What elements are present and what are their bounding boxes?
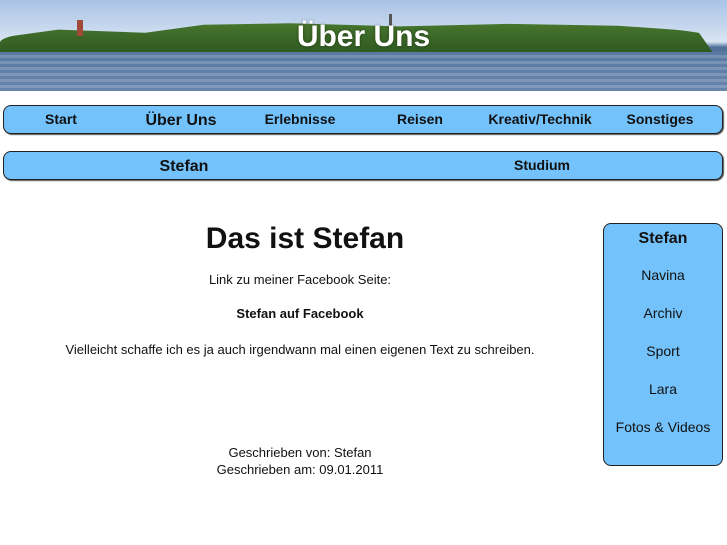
nav-reisen[interactable]: Reisen: [397, 106, 443, 133]
sidebar-item-sport[interactable]: Sport: [604, 332, 722, 370]
subnav-studium[interactable]: Studium: [514, 152, 570, 179]
sub-nav: Stefan Studium: [3, 151, 723, 180]
sidebar-item-archiv[interactable]: Archiv: [604, 294, 722, 332]
facebook-intro: Link zu meiner Facebook Seite:: [208, 272, 392, 287]
date-line: Geschrieben am: 09.01.2011: [216, 462, 384, 477]
nav-start[interactable]: Start: [45, 106, 77, 133]
nav-erlebnisse[interactable]: Erlebnisse: [265, 106, 336, 133]
body-text: Vielleicht schaffe ich es ja auch irgend…: [65, 342, 535, 357]
sidebar-item-fotos-videos[interactable]: Fotos & Videos: [604, 408, 722, 446]
main-nav: Start Über Uns Erlebnisse Reisen Kreativ…: [3, 105, 723, 134]
main-content: Das ist Stefan: [0, 222, 600, 256]
nav-ueber-uns[interactable]: Über Uns: [145, 107, 216, 134]
facebook-link[interactable]: Stefan auf Facebook: [0, 306, 600, 321]
subnav-stefan[interactable]: Stefan: [160, 153, 209, 180]
header-banner: Über Uns: [0, 0, 727, 91]
author-line: Geschrieben von: Stefan: [228, 445, 372, 460]
sidebar-item-navina[interactable]: Navina: [604, 256, 722, 294]
nav-sonstiges[interactable]: Sonstiges: [627, 106, 694, 133]
sidebar-item-lara[interactable]: Lara: [604, 370, 722, 408]
page-banner-title: Über Uns: [296, 20, 431, 53]
sidebar-title: Stefan: [638, 230, 688, 247]
page-title: Das ist Stefan: [205, 222, 405, 255]
sidebar: Stefan Navina Archiv Sport Lara Fotos & …: [603, 223, 723, 466]
banner-water: [0, 52, 727, 91]
nav-kreativ-technik[interactable]: Kreativ/Technik: [488, 106, 591, 133]
